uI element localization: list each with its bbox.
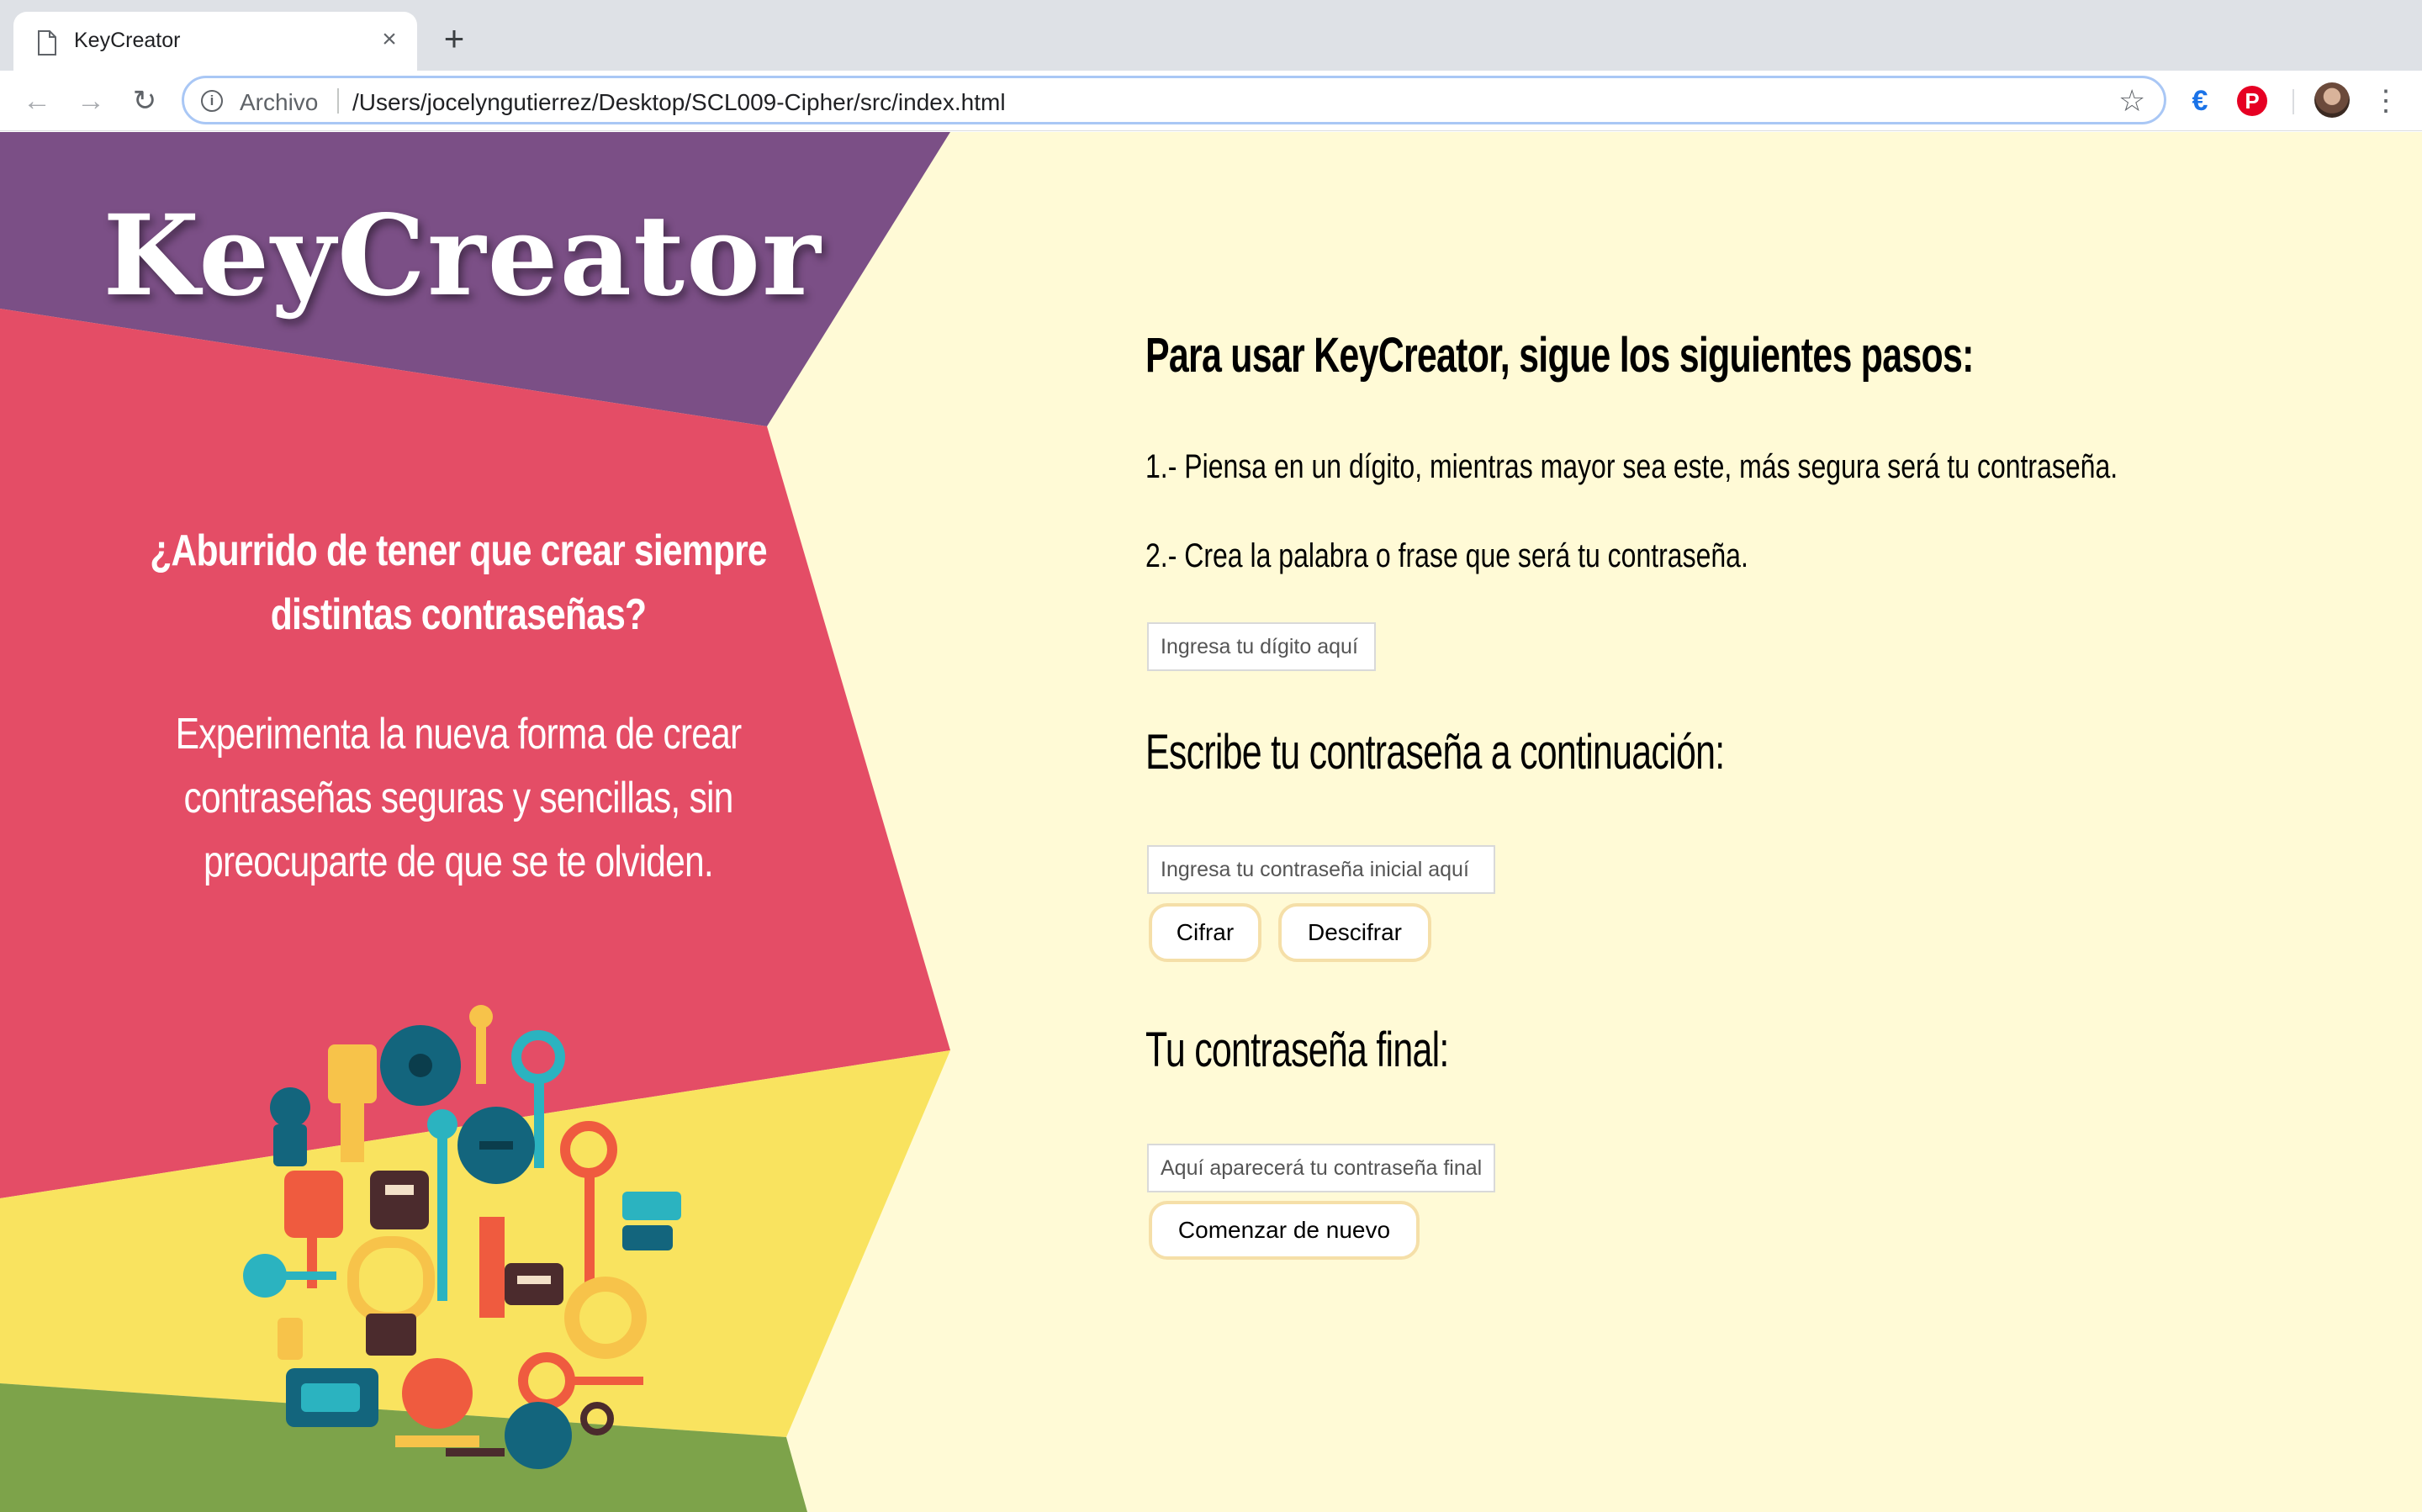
- promo-text: Experimenta la nueva forma de crear cont…: [175, 710, 743, 886]
- page-heading: Para usar KeyCreator, sigue los siguient…: [1145, 328, 1974, 383]
- tab-title: KeyCreator: [74, 29, 181, 52]
- descifrar-button[interactable]: Descifrar: [1278, 903, 1431, 962]
- bookmark-star-icon[interactable]: ☆: [2118, 83, 2145, 119]
- forward-arrow-icon[interactable]: →: [72, 82, 109, 119]
- password-input[interactable]: Ingresa tu contraseña inicial aquí: [1147, 845, 1495, 894]
- final-password-output[interactable]: Aquí aparecerá tu contraseña final: [1147, 1144, 1495, 1192]
- password-heading: Escribe tu contraseña a continuación:: [1145, 725, 1725, 780]
- new-tab-button[interactable]: +: [437, 21, 471, 56]
- toolbar-divider: [2292, 89, 2294, 114]
- info-icon[interactable]: i: [201, 90, 223, 112]
- profile-avatar[interactable]: [2314, 82, 2350, 118]
- document-icon: [38, 30, 56, 56]
- address-scheme-label: Archivo: [240, 89, 319, 115]
- back-arrow-icon[interactable]: ←: [19, 82, 56, 119]
- browser-toolbar: ← → ↻ i Archivo /Users/jocelyngutierrez/…: [0, 71, 2422, 131]
- keys-illustration: [243, 1005, 681, 1469]
- cifrar-button[interactable]: Cifrar: [1149, 903, 1261, 962]
- final-password-heading: Tu contraseña final:: [1145, 1023, 1449, 1077]
- app-logo: KeyCreator: [103, 191, 822, 321]
- browser-tab[interactable]: KeyCreator ×: [13, 12, 417, 71]
- more-menu-icon[interactable]: ⋮: [2372, 82, 2400, 119]
- address-separator: [337, 88, 339, 114]
- close-icon[interactable]: ×: [375, 25, 404, 54]
- browser-tab-strip: KeyCreator × +: [0, 0, 2422, 71]
- address-bar[interactable]: i Archivo /Users/jocelyngutierrez/Deskto…: [182, 76, 2166, 124]
- euro-extension-icon[interactable]: €: [2181, 82, 2218, 119]
- reload-icon[interactable]: ↻: [126, 82, 163, 119]
- restart-button[interactable]: Comenzar de nuevo: [1149, 1201, 1420, 1260]
- address-url[interactable]: /Users/jocelyngutierrez/Desktop/SCL009-C…: [352, 89, 1006, 116]
- pinterest-extension-icon[interactable]: P: [2237, 86, 2267, 116]
- digit-input[interactable]: Ingresa tu dígito aquí: [1147, 622, 1376, 671]
- page-body: KeyCreator ¿Aburrido de tener que crear …: [0, 132, 2422, 1512]
- promo-question: ¿Aburrido de tener que crear siempre dis…: [150, 526, 767, 639]
- step-1-text: 1.- Piensa en un dígito, mientras mayor …: [1145, 448, 2118, 485]
- step-2-text: 2.- Crea la palabra o frase que será tu …: [1145, 537, 1748, 574]
